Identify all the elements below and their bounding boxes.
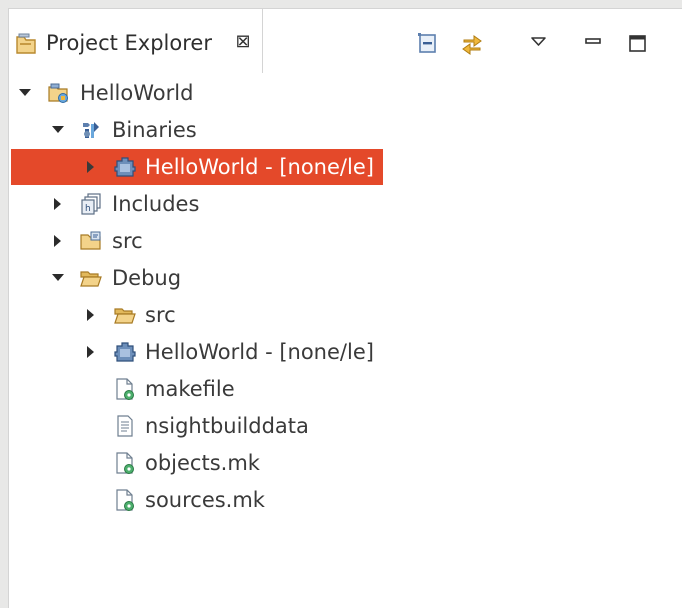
tree-item-label: Includes <box>112 192 200 216</box>
tree-item-label: HelloWorld - [none/le] <box>145 340 374 364</box>
maximize-icon[interactable] <box>625 31 651 57</box>
tree-item-nsightbuilddata[interactable]: nsightbuilddata <box>11 408 383 444</box>
tree-item-label: makefile <box>145 377 235 401</box>
svg-text:h: h <box>85 204 91 214</box>
text-file-icon <box>113 414 137 438</box>
tree-item-label: Debug <box>112 266 182 290</box>
executable-icon <box>113 340 137 364</box>
tree-item-objects-mk[interactable]: objects.mk <box>11 445 383 481</box>
tree-item-helloworld-binary[interactable]: HelloWorld - [none/le] <box>11 149 383 185</box>
collapse-all-icon[interactable] <box>415 31 441 57</box>
tree-item-binaries[interactable]: Binaries <box>11 112 383 148</box>
chevron-down-icon[interactable] <box>17 85 33 101</box>
tree-item-label: Binaries <box>112 118 197 142</box>
tree-item-label: src <box>145 303 176 327</box>
makefile-icon <box>113 488 137 512</box>
includes-icon: h <box>79 192 103 216</box>
tab-project-explorer[interactable]: Project Explorer ⊠ <box>9 9 263 73</box>
folder-icon <box>113 303 137 327</box>
tree-item-src[interactable]: src <box>11 223 383 259</box>
project-explorer-view: Project Explorer ⊠ HelloWorld Binaries H… <box>8 8 682 608</box>
chevron-right-icon[interactable] <box>50 196 66 212</box>
tree-item-label: sources.mk <box>145 488 265 512</box>
minimize-icon[interactable] <box>581 31 607 57</box>
chevron-right-icon[interactable] <box>50 233 66 249</box>
link-with-editor-icon[interactable] <box>459 31 485 57</box>
cuda-project-icon <box>47 81 71 105</box>
chevron-right-icon[interactable] <box>83 159 99 175</box>
project-explorer-icon <box>13 31 39 57</box>
tree-item-helloworld-project[interactable]: HelloWorld <box>11 75 383 111</box>
tree-item-debug-helloworld-binary[interactable]: HelloWorld - [none/le] <box>11 334 383 370</box>
tree-item-debug-src[interactable]: src <box>11 297 383 333</box>
makefile-icon <box>113 451 137 475</box>
tree-item-label: nsightbuilddata <box>145 414 309 438</box>
tree-item-includes[interactable]: h Includes <box>11 186 383 222</box>
chevron-down-icon[interactable] <box>50 122 66 138</box>
tree-item-debug[interactable]: Debug <box>11 260 383 296</box>
tree-item-label: HelloWorld <box>80 81 194 105</box>
tree-item-label: HelloWorld - [none/le] <box>145 155 374 179</box>
binaries-icon <box>79 118 103 142</box>
chevron-right-icon[interactable] <box>83 307 99 323</box>
view-menu-icon[interactable] <box>526 31 552 57</box>
makefile-icon <box>113 377 137 401</box>
tree-item-label: src <box>112 229 143 253</box>
tab-title: Project Explorer <box>46 31 212 55</box>
chevron-right-icon[interactable] <box>83 344 99 360</box>
close-icon[interactable]: ⊠ <box>233 31 253 53</box>
tree-item-label: objects.mk <box>145 451 260 475</box>
executable-icon <box>113 155 137 179</box>
tree-item-sources-mk[interactable]: sources.mk <box>11 482 383 518</box>
tree-item-makefile[interactable]: makefile <box>11 371 383 407</box>
folder-open-icon <box>79 266 103 290</box>
chevron-down-icon[interactable] <box>50 270 66 286</box>
source-folder-icon <box>79 229 103 253</box>
